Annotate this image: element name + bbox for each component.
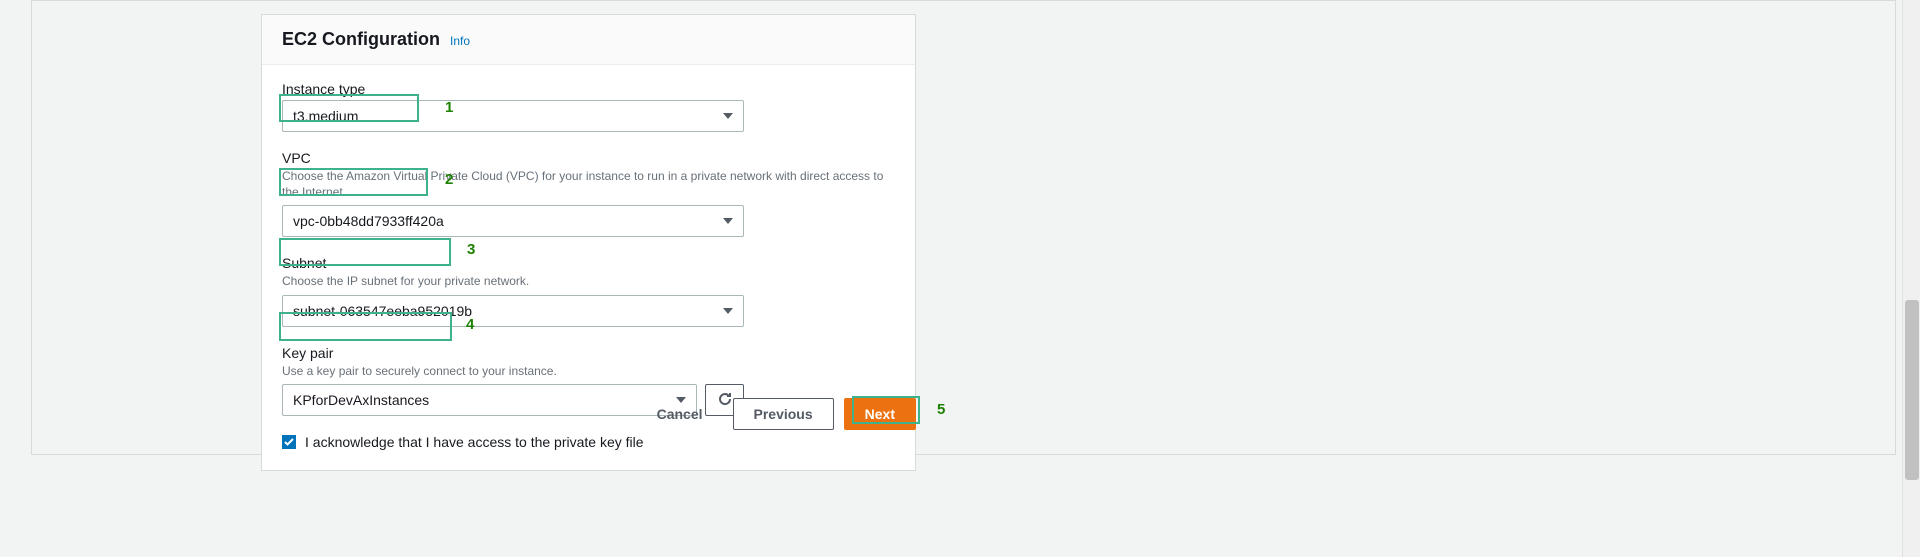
previous-button[interactable]: Previous [733,398,834,430]
field-subnet: Subnet Choose the IP subnet for your pri… [282,255,895,327]
panel-header: EC2 Configuration Info [262,15,915,65]
annotation-3: 3 [467,241,475,258]
next-button[interactable]: Next [844,398,916,430]
ack-row: I acknowledge that I have access to the … [282,434,895,450]
info-link[interactable]: Info [450,34,470,48]
cancel-button[interactable]: Cancel [637,398,723,430]
vpc-value: vpc-0bb48dd7933ff420a [293,213,444,229]
field-vpc: VPC Choose the Amazon Virtual Private Cl… [282,150,895,237]
action-bar: Cancel Previous Next [261,398,916,430]
vpc-help: Choose the Amazon Virtual Private Cloud … [282,169,895,200]
chevron-down-icon [723,218,733,224]
annotation-5: 5 [937,401,945,418]
panel-title: EC2 Configuration [282,29,440,50]
instance-type-value: t3.medium [293,108,358,124]
subnet-help: Choose the IP subnet for your private ne… [282,274,895,290]
keypair-label: Key pair [282,345,895,361]
instance-type-label: Instance type [282,81,895,97]
scrollbar-thumb[interactable] [1905,300,1919,480]
field-instance-type: Instance type t3.medium [282,81,895,132]
annotation-1: 1 [445,99,453,116]
keypair-help: Use a key pair to securely connect to yo… [282,364,895,380]
chevron-down-icon [723,113,733,119]
ack-checkbox[interactable] [282,435,296,449]
instance-type-dropdown[interactable]: t3.medium [282,100,744,132]
subnet-dropdown[interactable]: subnet-063547eeba952019b [282,295,744,327]
vpc-label: VPC [282,150,895,166]
subnet-label: Subnet [282,255,895,271]
scrollbar[interactable] [1902,0,1920,557]
annotation-2: 2 [445,171,453,188]
vpc-dropdown[interactable]: vpc-0bb48dd7933ff420a [282,205,744,237]
subnet-value: subnet-063547eeba952019b [293,303,472,319]
chevron-down-icon [723,308,733,314]
annotation-4: 4 [466,316,474,333]
ack-label: I acknowledge that I have access to the … [305,434,644,450]
page-container: EC2 Configuration Info Instance type t3.… [31,0,1896,455]
